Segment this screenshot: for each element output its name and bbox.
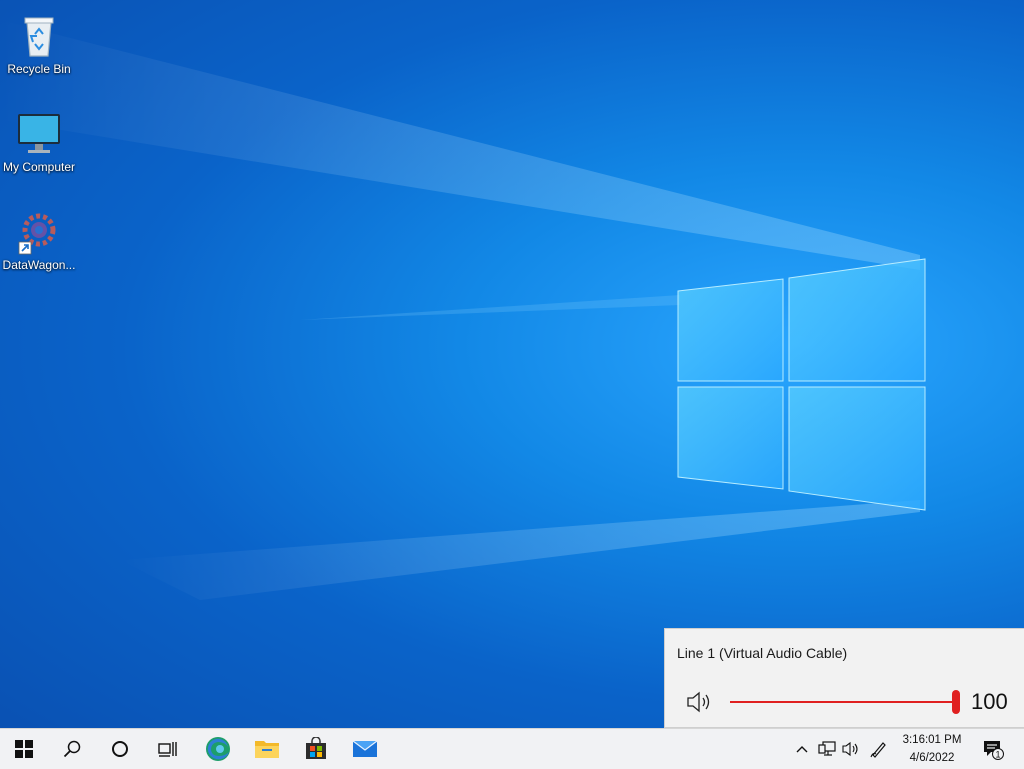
- volume-value: 100: [971, 689, 1008, 714]
- volume-slider-thumb[interactable]: [952, 690, 960, 714]
- notification-icon: 1: [984, 741, 1004, 760]
- wallpaper: [0, 20, 926, 600]
- taskbar: 3:16:01 PM 4/6/2022 1: [0, 728, 1024, 769]
- datawagon-icon: [15, 208, 63, 256]
- search-icon: [63, 740, 81, 758]
- volume-flyout: Line 1 (Virtual Audio Cable) 100: [664, 628, 1024, 728]
- start-icon: [15, 740, 33, 758]
- edge-icon: [206, 737, 230, 761]
- pen-icon: [870, 742, 886, 758]
- chevron-up-icon: [796, 746, 808, 753]
- desktop-icon-datawagon[interactable]: DataWagon...: [0, 202, 78, 272]
- speaker-icon: [842, 741, 858, 757]
- network-tray-button[interactable]: [815, 729, 839, 769]
- volume-tray-button[interactable]: [840, 729, 862, 769]
- desktop-icon-label: DataWagon...: [2, 258, 76, 272]
- desktop-icon-label: Recycle Bin: [7, 62, 71, 76]
- computer-icon: [15, 110, 63, 158]
- search-button[interactable]: [48, 729, 96, 769]
- recycle-bin-icon: [15, 12, 63, 60]
- mail-icon: [352, 740, 378, 757]
- clock-time: 3:16:01 PM: [902, 734, 962, 746]
- store-icon: [306, 737, 326, 759]
- network-icon: [818, 741, 836, 756]
- pen-workspace-button[interactable]: [868, 729, 890, 769]
- task-view-button[interactable]: [144, 729, 192, 769]
- desktop: Recycle Bin My Computer DataWagon...: [0, 0, 1024, 728]
- store-button[interactable]: [292, 729, 340, 769]
- desktop-icon-recycle-bin[interactable]: Recycle Bin: [0, 6, 78, 76]
- mail-button[interactable]: [341, 729, 389, 769]
- clock-date: 4/6/2022: [909, 752, 955, 764]
- task-view-icon: [158, 742, 177, 757]
- speaker-icon: [687, 691, 710, 713]
- notification-count: 1: [995, 750, 1000, 760]
- file-explorer-icon: [255, 741, 279, 758]
- audio-device-name[interactable]: Line 1 (Virtual Audio Cable): [677, 645, 847, 661]
- volume-slider-track[interactable]: [730, 701, 958, 703]
- taskbar-clock[interactable]: 3:16:01 PM 4/6/2022: [897, 731, 967, 767]
- desktop-icon-label: My Computer: [2, 160, 76, 174]
- file-explorer-button[interactable]: [243, 729, 291, 769]
- action-center-button[interactable]: 1: [978, 729, 1008, 769]
- cortana-icon: [112, 741, 128, 757]
- show-hidden-icons-button[interactable]: [792, 729, 812, 769]
- speaker-mute-button[interactable]: [685, 689, 715, 715]
- cortana-button[interactable]: [96, 729, 144, 769]
- edge-button[interactable]: [194, 729, 242, 769]
- desktop-icon-my-computer[interactable]: My Computer: [0, 104, 78, 174]
- start-button[interactable]: [0, 729, 48, 769]
- windows-logo: [677, 258, 926, 511]
